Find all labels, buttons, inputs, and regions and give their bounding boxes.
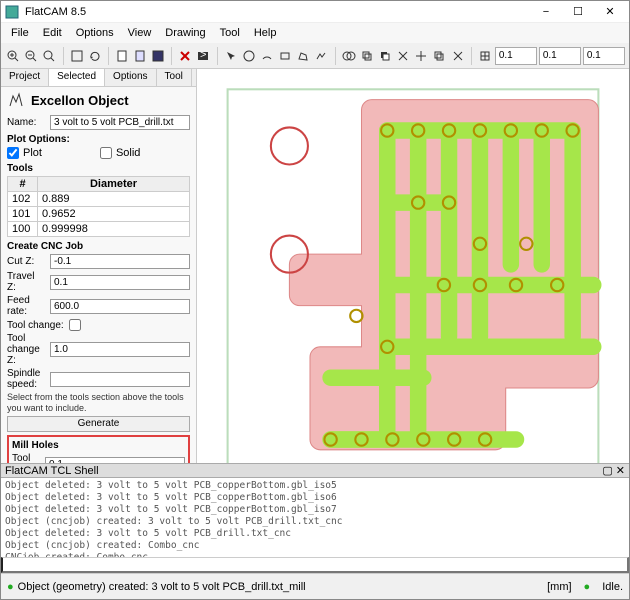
pcb-plot: 0 50 bbox=[207, 79, 619, 463]
titlebar: FlatCAM 8.5 − ☐ ✕ bbox=[1, 1, 629, 23]
tab-options[interactable]: Options bbox=[105, 69, 156, 86]
circle-icon[interactable] bbox=[241, 47, 257, 65]
subtract-icon[interactable] bbox=[377, 47, 393, 65]
menu-help[interactable]: Help bbox=[248, 25, 283, 41]
table-row: 1020.889 bbox=[8, 192, 190, 207]
path-icon[interactable] bbox=[313, 47, 329, 65]
tools-table[interactable]: #Diameter 1020.889 1010.9652 1000.999998 bbox=[7, 176, 190, 237]
window-title: FlatCAM 8.5 bbox=[25, 6, 531, 18]
svg-text:>: > bbox=[200, 49, 206, 61]
replot-icon[interactable] bbox=[87, 47, 103, 65]
toolbar: > bbox=[1, 43, 629, 69]
zoom-out-icon[interactable] bbox=[23, 47, 39, 65]
maximize-button[interactable]: ☐ bbox=[563, 2, 593, 22]
menu-edit[interactable]: Edit bbox=[37, 25, 68, 41]
menu-drawing[interactable]: Drawing bbox=[159, 25, 211, 41]
rect-icon[interactable] bbox=[277, 47, 293, 65]
menubar: File Edit Options View Drawing Tool Help bbox=[1, 23, 629, 43]
excellon-icon bbox=[7, 91, 25, 109]
shell-input[interactable] bbox=[1, 557, 629, 573]
cutz-label: Cut Z: bbox=[7, 256, 46, 267]
tab-tool[interactable]: Tool bbox=[157, 69, 192, 86]
tcl-shell: FlatCAM TCL Shell ▢ ✕ Object deleted: 3 … bbox=[1, 463, 629, 573]
grid-x-input[interactable] bbox=[495, 47, 537, 65]
union-icon[interactable] bbox=[340, 47, 356, 65]
tools-th-dia: Diameter bbox=[38, 177, 190, 192]
menu-options[interactable]: Options bbox=[70, 25, 120, 41]
object-title: Excellon Object bbox=[31, 93, 129, 108]
travelz-input[interactable] bbox=[50, 275, 190, 290]
plot-label: Plot bbox=[23, 147, 42, 159]
generate-cnc-button[interactable]: Generate bbox=[7, 416, 190, 432]
tc-label: Tool change: bbox=[7, 320, 65, 331]
status-idle: Idle. bbox=[602, 581, 623, 593]
solid-checkbox[interactable] bbox=[100, 147, 112, 159]
travelz-label: Travel Z: bbox=[7, 271, 46, 293]
main: Project Selected Options Tool Excellon O… bbox=[1, 69, 629, 463]
name-input[interactable] bbox=[50, 115, 190, 130]
delete-icon[interactable] bbox=[177, 47, 193, 65]
tab-project[interactable]: Project bbox=[1, 69, 49, 86]
tools-th-num: # bbox=[8, 177, 38, 192]
clear-plot-icon[interactable] bbox=[68, 47, 84, 65]
app-icon bbox=[5, 5, 19, 19]
grid-z-input[interactable] bbox=[583, 47, 625, 65]
left-panel: Project Selected Options Tool Excellon O… bbox=[1, 69, 197, 463]
cnc-hint: Select from the tools section above the … bbox=[7, 392, 190, 414]
menu-view[interactable]: View bbox=[122, 25, 158, 41]
tabs: Project Selected Options Tool bbox=[1, 69, 196, 87]
shell-title: FlatCAM TCL Shell bbox=[5, 465, 99, 477]
mill-section: Mill Holes bbox=[12, 440, 185, 451]
solid-label: Solid bbox=[116, 147, 140, 159]
menu-tool[interactable]: Tool bbox=[214, 25, 246, 41]
polygon-icon[interactable] bbox=[295, 47, 311, 65]
tcz-input[interactable] bbox=[50, 342, 190, 357]
new-geo-icon[interactable] bbox=[114, 47, 130, 65]
panel-body: Excellon Object Name: Plot Options: Plot… bbox=[1, 87, 196, 463]
shell-controls[interactable]: ▢ ✕ bbox=[602, 464, 625, 477]
tcz-label: Tool change Z: bbox=[7, 333, 46, 366]
edit-geo-icon[interactable] bbox=[132, 47, 148, 65]
close-button[interactable]: ✕ bbox=[595, 2, 625, 22]
name-label: Name: bbox=[7, 117, 46, 128]
statusbar: ● Object (geometry) created: 3 volt to 5… bbox=[1, 573, 629, 599]
tools-section: Tools bbox=[7, 163, 190, 174]
cut-icon[interactable] bbox=[395, 47, 411, 65]
menu-file[interactable]: File bbox=[5, 25, 35, 41]
plot-checkbox[interactable] bbox=[7, 147, 19, 159]
cnc-section: Create CNC Job bbox=[7, 241, 190, 252]
feed-input[interactable] bbox=[50, 299, 190, 314]
shell-body[interactable]: Object deleted: 3 volt to 5 volt PCB_cop… bbox=[1, 478, 629, 557]
grid-y-input[interactable] bbox=[539, 47, 581, 65]
canvas[interactable]: 0 50 bbox=[197, 69, 629, 463]
table-row: 1000.999998 bbox=[8, 222, 190, 237]
status-idle-icon: ● bbox=[584, 581, 591, 593]
mill-holes-box: Mill Holes Tool dia: Select from the too… bbox=[7, 435, 190, 463]
plot-options-section: Plot Options: bbox=[7, 134, 190, 145]
status-ok-icon: ● bbox=[7, 581, 14, 593]
zoom-fit-icon[interactable] bbox=[41, 47, 57, 65]
status-units: [mm] bbox=[547, 581, 571, 593]
table-row: 1010.9652 bbox=[8, 207, 190, 222]
cutz-input[interactable] bbox=[50, 254, 190, 269]
feed-label: Feed rate: bbox=[7, 295, 46, 317]
status-message: Object (geometry) created: 3 volt to 5 v… bbox=[18, 581, 306, 593]
grid-icon[interactable] bbox=[477, 47, 493, 65]
shell-icon[interactable]: > bbox=[195, 47, 211, 65]
spindle-input[interactable] bbox=[50, 372, 190, 387]
arc-icon[interactable] bbox=[259, 47, 275, 65]
move-icon[interactable] bbox=[413, 47, 429, 65]
delete-shape-icon[interactable] bbox=[450, 47, 466, 65]
save-geo-icon[interactable] bbox=[150, 47, 166, 65]
tc-checkbox[interactable] bbox=[69, 319, 81, 331]
spindle-label: Spindle speed: bbox=[7, 368, 46, 390]
tooldia-label: Tool dia: bbox=[12, 453, 41, 463]
intersect-icon[interactable] bbox=[359, 47, 375, 65]
tab-selected[interactable]: Selected bbox=[49, 69, 105, 86]
zoom-in-icon[interactable] bbox=[5, 47, 21, 65]
copy-icon[interactable] bbox=[431, 47, 447, 65]
select-icon[interactable] bbox=[222, 47, 238, 65]
minimize-button[interactable]: − bbox=[531, 2, 561, 22]
